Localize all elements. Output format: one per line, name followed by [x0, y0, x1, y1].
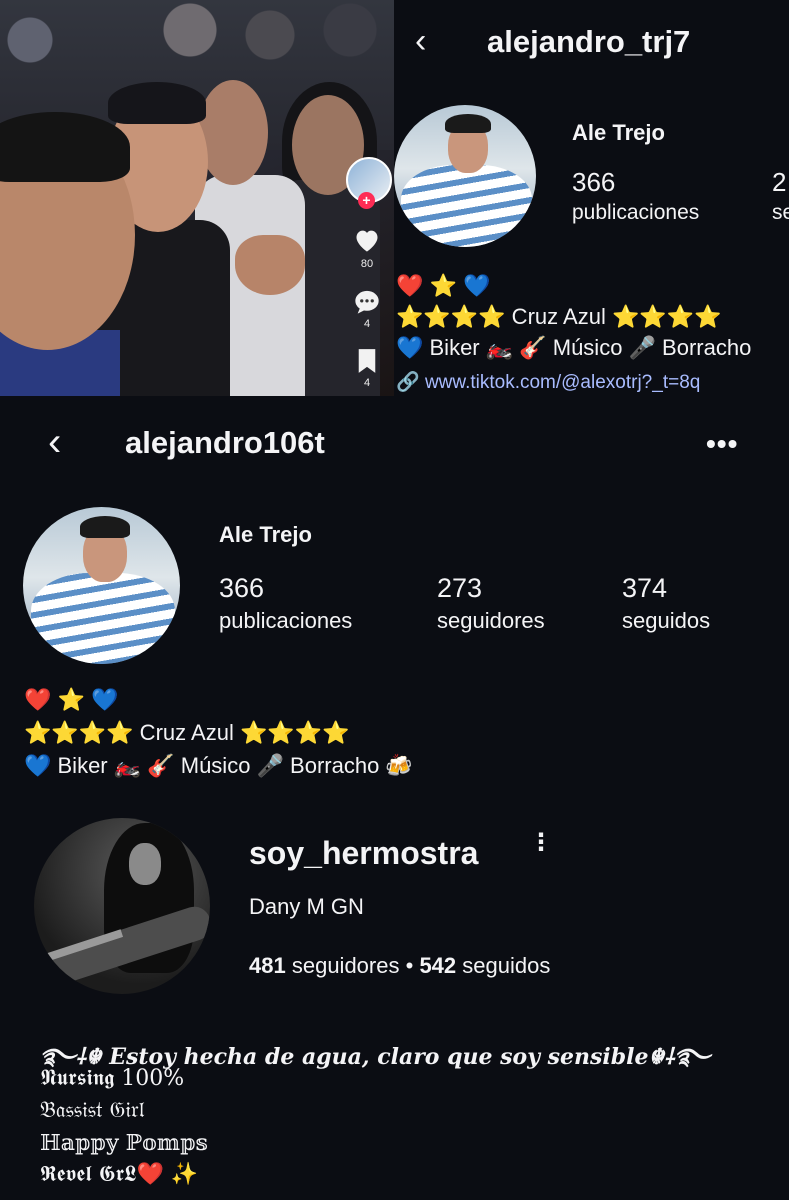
- following-label[interactable]: seguidos: [622, 608, 710, 634]
- second-followers-count[interactable]: 481: [249, 953, 286, 978]
- main-profile-avatar[interactable]: [23, 507, 180, 664]
- top-profile-bio: ❤️ ⭐ 💙 ⭐⭐⭐⭐ Cruz Azul ⭐⭐⭐⭐ 💙 Biker 🏍️ 🎸 …: [396, 270, 751, 363]
- man-face: [198, 80, 268, 185]
- bio-line: ⭐⭐⭐⭐ Cruz Azul ⭐⭐⭐⭐: [24, 720, 350, 745]
- heart-icon[interactable]: [347, 227, 387, 258]
- selfie-hair: [0, 112, 130, 182]
- tiktok-video-frame[interactable]: [0, 0, 394, 396]
- second-account-bio-line: 𝕽𝖊𝖛𝖊𝖑 𝕲𝖗𝕷❤️ ✨: [40, 1162, 199, 1187]
- second-followers-label[interactable]: seguidores: [292, 953, 400, 978]
- back-arrow-icon[interactable]: ‹: [415, 22, 426, 61]
- followers-count[interactable]: 273: [437, 573, 482, 604]
- bio-line: ⭐⭐⭐⭐ Cruz Azul ⭐⭐⭐⭐: [396, 304, 722, 329]
- link-icon: 🔗: [396, 372, 420, 393]
- top-profile-avatar[interactable]: [394, 105, 536, 247]
- second-following-label[interactable]: seguidos: [462, 953, 550, 978]
- bio-line: ❤️ ⭐ 💙: [396, 273, 491, 298]
- kebab-menu-icon[interactable]: ⋮: [529, 831, 553, 855]
- second-account-username[interactable]: soy_hermostra: [249, 835, 478, 872]
- second-account-bio-line: ℍ𝕒𝕡𝕡𝕪 ℙ𝕠𝕞𝕡𝕤: [40, 1131, 208, 1156]
- top-followers-count-partial[interactable]: 2: [772, 167, 786, 198]
- top-posts-label[interactable]: publicaciones: [572, 201, 699, 225]
- stats-separator: •: [405, 953, 414, 978]
- boy-hair: [108, 82, 206, 124]
- main-profile-bio: ❤️ ⭐ 💙 ⭐⭐⭐⭐ Cruz Azul ⭐⭐⭐⭐ 💙 Biker 🏍️ 🎸 …: [24, 683, 413, 782]
- like-count: 80: [360, 258, 374, 270]
- posts-label[interactable]: publicaciones: [219, 608, 352, 634]
- bookmark-icon[interactable]: [347, 348, 387, 379]
- save-count: 4: [363, 377, 371, 389]
- second-account-bio-line: 𝔅𝔞𝔰𝔰𝔦𝔰𝔱 𝔊𝔦𝔯𝔩: [40, 1098, 145, 1123]
- back-arrow-icon[interactable]: ‹: [48, 420, 61, 465]
- bio-line: 💙 Biker 🏍️ 🎸 Músico 🎤 Borracho: [396, 335, 752, 360]
- followers-label[interactable]: seguidores: [437, 608, 545, 634]
- comment-count: 4: [363, 318, 371, 330]
- link-text[interactable]: www.tiktok.com/@alexotrj?_t=8q: [425, 372, 700, 393]
- main-profile-username: alejandro106t: [125, 425, 325, 460]
- second-account-bio-line: 𝕹𝖚𝖗𝖘𝖎𝖓𝖌 100%: [40, 1066, 185, 1091]
- second-account-stats: 481 seguidores • 542 seguidos: [249, 953, 550, 979]
- main-profile-display-name: Ale Trejo: [219, 522, 312, 547]
- follow-plus-icon[interactable]: +: [358, 192, 375, 209]
- tiktok-link[interactable]: 🔗 www.tiktok.com/@alexotrj?_t=8q: [396, 370, 700, 394]
- peace-sign-hand: [235, 235, 305, 295]
- more-options-icon[interactable]: •••: [706, 428, 738, 460]
- following-count[interactable]: 374: [622, 573, 667, 604]
- second-account-avatar[interactable]: [34, 818, 210, 994]
- bio-line: 💙 Biker 🏍️ 🎸 Músico 🎤 Borracho 🍻: [24, 753, 413, 778]
- top-followers-label-partial[interactable]: se: [772, 201, 789, 225]
- second-following-count[interactable]: 542: [419, 953, 456, 978]
- second-account-display-name: Dany M GN: [249, 894, 364, 919]
- posts-count[interactable]: 366: [219, 573, 264, 604]
- comment-icon[interactable]: [347, 289, 387, 320]
- top-profile-display-name: Ale Trejo: [572, 120, 665, 145]
- top-posts-count[interactable]: 366: [572, 167, 615, 198]
- bio-line: ❤️ ⭐ 💙: [24, 687, 119, 712]
- top-profile-username: alejandro_trj7: [487, 24, 691, 59]
